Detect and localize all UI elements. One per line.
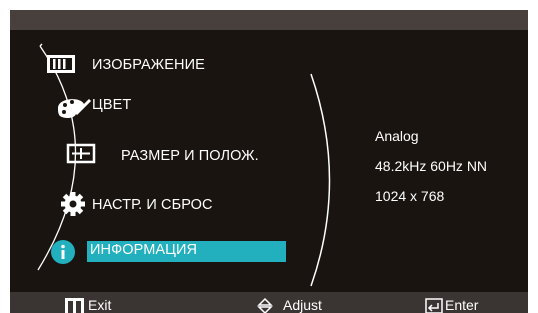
info-frequency: 48.2kHz 60Hz NN [375, 158, 488, 174]
picture-bars-icon [47, 55, 75, 73]
footer-adjust[interactable]: Adjust [257, 297, 347, 313]
menu-item-setup-reset[interactable]: НАСТР. И СБРОС [60, 191, 290, 217]
palette-icon [58, 98, 92, 119]
menu-label-information: ИНФОРМАЦИЯ [90, 242, 198, 258]
footer-exit-label: Exit [88, 297, 112, 313]
info-icon [51, 240, 75, 264]
osd-screen: ИЗОБРАЖЕНИЕ ЦВЕТ РАЗМЕР И ПОЛОЖ. НАСТР. … [0, 0, 538, 313]
exit-icon [65, 298, 84, 313]
gear-icon [61, 192, 85, 216]
menu-item-picture[interactable]: ИЗОБРАЖЕНИЕ [40, 52, 280, 78]
menu-label-setup-reset: НАСТР. И СБРОС [92, 197, 213, 213]
footer-enter-label: Enter [445, 297, 479, 313]
footer-adjust-label: Adjust [283, 297, 322, 313]
info-resolution: 1024 x 768 [375, 188, 445, 204]
up-down-arrows-icon [257, 298, 273, 313]
footer-exit[interactable]: Exit [65, 297, 135, 313]
footer-enter[interactable]: Enter [425, 297, 525, 313]
size-position-icon [66, 143, 96, 164]
menu-label-size-position: РАЗМЕР И ПОЛОЖ. [121, 148, 259, 164]
menu-item-information[interactable]: ИНФОРМАЦИЯ [50, 238, 290, 264]
menu-item-color[interactable]: ЦВЕТ [50, 92, 250, 119]
info-source: Analog [375, 128, 419, 144]
menu-label-color: ЦВЕТ [92, 97, 132, 113]
enter-icon [425, 298, 443, 313]
menu-item-size-position[interactable]: РАЗМЕР И ПОЛОЖ. [66, 143, 296, 169]
menu-label-picture: ИЗОБРАЖЕНИЕ [92, 57, 205, 73]
